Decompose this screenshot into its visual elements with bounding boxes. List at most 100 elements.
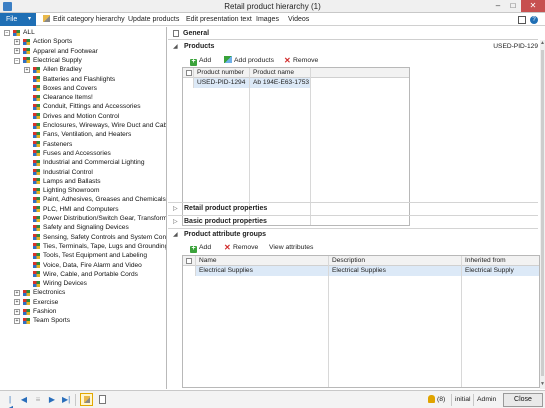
- tree-node-label: Clearance Items!: [43, 94, 93, 102]
- table-row-description[interactable]: Electrical Supplies: [329, 266, 461, 276]
- column-header-product-name[interactable]: Product name: [250, 68, 310, 78]
- expand-icon[interactable]: +: [14, 317, 20, 324]
- expand-icon[interactable]: +: [14, 299, 20, 306]
- last-record-icon[interactable]: ▶|: [62, 395, 70, 404]
- category-icon: [33, 224, 40, 231]
- tree-node-label: Fuses and Accessories: [43, 149, 111, 157]
- details-vertical-scrollbar[interactable]: ▲ ▼: [540, 40, 545, 389]
- videos-button[interactable]: Videos: [288, 13, 309, 26]
- general-label: General: [183, 30, 210, 37]
- window-close-button[interactable]: ✕: [521, 0, 545, 12]
- category-icon: [33, 122, 40, 129]
- column-header-name[interactable]: Name: [196, 256, 326, 266]
- products-remove-label: Remove: [293, 57, 319, 64]
- file-menu-button[interactable]: File ▾: [0, 13, 36, 26]
- alerts-count[interactable]: (8): [437, 395, 445, 404]
- help-icon[interactable]: ?: [530, 16, 538, 24]
- expanded-triangle-icon: ◢: [173, 44, 178, 50]
- close-button[interactable]: Close: [503, 393, 543, 407]
- table-row-product-name[interactable]: Ab 194E-E63-1753: [250, 78, 310, 88]
- category-icon: [23, 57, 30, 64]
- attr-remove-label: Remove: [233, 244, 259, 251]
- column-header-description[interactable]: Description: [329, 256, 459, 266]
- general-tab[interactable]: General: [168, 27, 538, 40]
- category-icon: [23, 299, 30, 306]
- maximize-button[interactable]: □: [506, 0, 520, 12]
- products-section-header[interactable]: ◢ Products USED-PID-129: [168, 41, 538, 53]
- category-icon: [33, 187, 40, 194]
- status-bar: |◀ ◀ ≡ ▶ ▶| (8) initial Admin Close: [0, 390, 545, 408]
- basic-product-properties-header[interactable]: ▷ Basic product properties: [168, 216, 538, 228]
- update-products-button[interactable]: Update products: [128, 13, 179, 26]
- document-icon: [173, 30, 179, 37]
- previous-record-icon[interactable]: ◀: [20, 395, 28, 404]
- user-name: Admin: [477, 396, 497, 403]
- products-add-button[interactable]: + Add: [190, 55, 211, 67]
- tree-node-label: Industrial and Commercial Lighting: [43, 159, 145, 167]
- first-record-icon[interactable]: |◀: [6, 395, 14, 408]
- attr-add-label: Add: [199, 244, 212, 251]
- add-products-button[interactable]: Add products: [224, 55, 274, 67]
- collapse-icon[interactable]: −: [4, 29, 10, 36]
- table-row-inherited-from[interactable]: Electrical Supply: [462, 266, 539, 276]
- edit-mode-icon[interactable]: [80, 393, 93, 406]
- tree-node-label: Exercise: [33, 298, 59, 306]
- category-icon: [33, 66, 40, 73]
- collapse-icon[interactable]: −: [14, 57, 20, 64]
- category-icon: [33, 131, 40, 138]
- view-attributes-button[interactable]: View attributes: [269, 242, 313, 254]
- column-header-product-number[interactable]: Product number: [194, 68, 249, 78]
- scroll-thumb[interactable]: [541, 50, 544, 376]
- attribute-groups-toolbar: + Add ✕ Remove View attributes: [190, 242, 390, 254]
- expand-icon[interactable]: +: [14, 290, 20, 297]
- products-remove-button[interactable]: ✕ Remove: [284, 55, 318, 67]
- scroll-up-icon[interactable]: ▲: [540, 41, 545, 46]
- images-button[interactable]: Images: [256, 13, 279, 26]
- record-list-icon[interactable]: ≡: [34, 395, 42, 404]
- tree-node-label: Power Distribution/Switch Gear, Transfor…: [43, 215, 167, 222]
- document-icon[interactable]: [99, 395, 106, 404]
- product-attribute-groups-header[interactable]: ◢ Product attribute groups: [168, 229, 538, 241]
- table-row-product-number[interactable]: USED-PID-1294: [194, 78, 249, 88]
- next-record-icon[interactable]: ▶: [48, 395, 56, 404]
- tree-node-label: Conduit, Fittings and Accessories: [43, 103, 141, 111]
- category-icon: [33, 150, 40, 157]
- table-row-name[interactable]: Electrical Supplies: [196, 266, 328, 276]
- category-icon: [33, 85, 40, 92]
- tree-node-label: Wire, Cable, and Portable Cords: [43, 270, 138, 278]
- add-icon: +: [190, 58, 197, 66]
- category-icon: [33, 280, 40, 287]
- edit-category-hierarchy-label: Edit category hierarchy: [53, 16, 125, 23]
- collapsed-triangle-icon: ▷: [173, 219, 178, 225]
- category-icon: [33, 94, 40, 101]
- expand-icon[interactable]: +: [14, 48, 20, 55]
- expand-icon[interactable]: +: [24, 66, 30, 73]
- minimize-button[interactable]: –: [491, 0, 505, 12]
- category-tree: − ALL + Action Sports + Apparel and Footwea…: [0, 27, 167, 389]
- file-label: File: [6, 16, 18, 23]
- tree-node-label: Boxes and Covers: [43, 84, 97, 92]
- edit-presentation-text-button[interactable]: Edit presentation text: [186, 13, 252, 26]
- expand-icon[interactable]: +: [14, 308, 20, 315]
- tree-node-label: Lighting Showroom: [43, 187, 100, 195]
- products-toolbar: + Add Add products ✕ Remove: [190, 55, 390, 67]
- column-header-inherited-from[interactable]: Inherited from: [462, 256, 538, 266]
- category-icon: [13, 29, 20, 36]
- panel-toggle-icon[interactable]: [518, 16, 526, 24]
- tree-node-label: Paint, Adhesives, Greases and Chemicals: [43, 196, 166, 204]
- select-all-checkbox[interactable]: [186, 70, 192, 76]
- notification-bell-icon[interactable]: [428, 395, 435, 403]
- pencil-icon: [43, 15, 50, 22]
- category-icon: [33, 243, 40, 250]
- select-all-checkbox[interactable]: [186, 258, 192, 264]
- attr-add-button[interactable]: + Add: [190, 242, 211, 254]
- edit-category-hierarchy-button[interactable]: Edit category hierarchy: [43, 13, 125, 26]
- expand-icon[interactable]: +: [14, 38, 20, 45]
- attr-remove-button[interactable]: ✕ Remove: [224, 242, 258, 254]
- category-icon: [33, 113, 40, 120]
- tree-node-label: Fans, Ventilation, and Heaters: [43, 131, 132, 139]
- window-title: Retail product hierarchy (1): [224, 2, 321, 11]
- retail-product-properties-header[interactable]: ▷ Retail product properties: [168, 203, 538, 215]
- category-icon: [33, 169, 40, 176]
- scroll-down-icon[interactable]: ▼: [540, 382, 545, 387]
